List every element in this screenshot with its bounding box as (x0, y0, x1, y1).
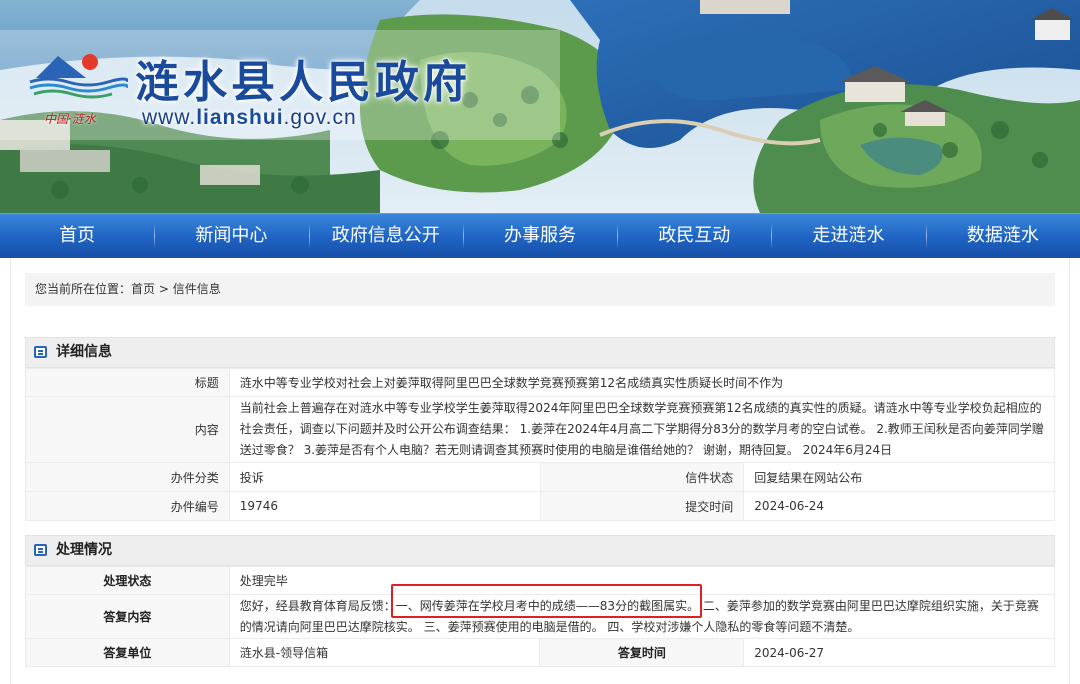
detail-table: 标题 涟水中等专业学校对社会上对姜萍取得阿里巴巴全球数学竞赛预赛第12名成绩真实… (25, 368, 1056, 521)
detail-row-content: 内容 当前社会上普遍存在对涟水中等专业学校学生姜萍取得2024年阿里巴巴全球数学… (25, 396, 1056, 463)
handling-heading: 处理情况 (56, 542, 112, 558)
reply-time-value: 2024-06-27 (743, 638, 1055, 667)
reply-unit-value: 涟水县-领导信箱 (228, 638, 541, 667)
url-prefix: www. (142, 106, 197, 129)
main-nav: 首页 新闻中心 政府信息公开 办事服务 政民互动 走进涟水 数据涟水 (0, 213, 1080, 258)
handling-state-label: 处理状态 (25, 566, 230, 595)
category-label: 办件分类 (25, 462, 230, 492)
nav-data-lianshui[interactable]: 数据涟水 (925, 214, 1080, 258)
nav-home[interactable]: 首页 (0, 214, 154, 258)
handling-row-unit: 答复单位 涟水县-领导信箱 答复时间 2024-06-27 (25, 638, 1055, 667)
breadcrumb-current: 信件信息 (172, 282, 221, 296)
detail-section-header: 详细信息 (25, 337, 1055, 368)
header-banner: 中国·涟水 涟水县人民政府 www.lianshui.gov.cn (0, 0, 1080, 213)
handling-section-header: 处理情况 (25, 535, 1055, 566)
category-value: 投诉 (228, 462, 541, 492)
reply-unit-label: 答复单位 (25, 638, 230, 667)
submit-time-label: 提交时间 (539, 491, 745, 521)
site-slogan: 中国·涟水 (44, 112, 96, 126)
case-number-label: 办件编号 (25, 491, 230, 521)
highlight-annotation-box (391, 584, 702, 618)
letter-status-value: 回复结果在网站公布 (743, 462, 1055, 492)
site-title: 涟水县人民政府 (135, 57, 471, 108)
reply-content-label: 答复内容 (25, 594, 230, 639)
list-icon (34, 544, 47, 556)
reply-time-label: 答复时间 (539, 638, 745, 667)
breadcrumb: 您当前所在位置：首页 > 信件信息 (25, 273, 1055, 306)
title-label: 标题 (25, 368, 230, 397)
letter-status-label: 信件状态 (539, 462, 745, 492)
url-domain: lianshui (196, 106, 284, 129)
nav-interaction[interactable]: 政民互动 (617, 214, 771, 258)
nav-gov-info-disclosure[interactable]: 政府信息公开 (308, 214, 463, 258)
main-content: 您当前所在位置：首页 > 信件信息 详细信息 标题 涟水中等专业学校对社会上对姜… (10, 258, 1070, 684)
submit-time-value: 2024-06-24 (743, 491, 1055, 521)
title-value: 涟水中等专业学校对社会上对姜萍取得阿里巴巴全球数学竞赛预赛第12名成绩真实性质疑… (228, 368, 1056, 397)
detail-row-number: 办件编号 19746 提交时间 2024-06-24 (25, 491, 1055, 521)
nav-services[interactable]: 办事服务 (462, 214, 617, 258)
breadcrumb-separator: > (155, 282, 173, 296)
detail-heading: 详细信息 (56, 344, 112, 360)
content-label: 内容 (25, 396, 230, 463)
nav-news-center[interactable]: 新闻中心 (154, 214, 308, 258)
list-icon (34, 346, 47, 358)
detail-row-category: 办件分类 投诉 信件状态 回复结果在网站公布 (25, 462, 1055, 492)
detail-row-title: 标题 涟水中等专业学校对社会上对姜萍取得阿里巴巴全球数学竞赛预赛第12名成绩真实… (25, 368, 1056, 397)
site-url[interactable]: www.lianshui.gov.cn (142, 106, 357, 130)
government-logo (28, 48, 130, 108)
nav-about-lianshui[interactable]: 走进涟水 (771, 214, 925, 258)
breadcrumb-prefix: 您当前所在位置： (35, 282, 132, 296)
url-suffix: .gov.cn (283, 106, 357, 129)
content-value: 当前社会上普遍存在对涟水中等专业学校学生姜萍取得2024年阿里巴巴全球数学竞赛预… (228, 396, 1056, 463)
case-number-value: 19746 (228, 491, 541, 521)
breadcrumb-home-link[interactable]: 首页 (131, 282, 155, 296)
